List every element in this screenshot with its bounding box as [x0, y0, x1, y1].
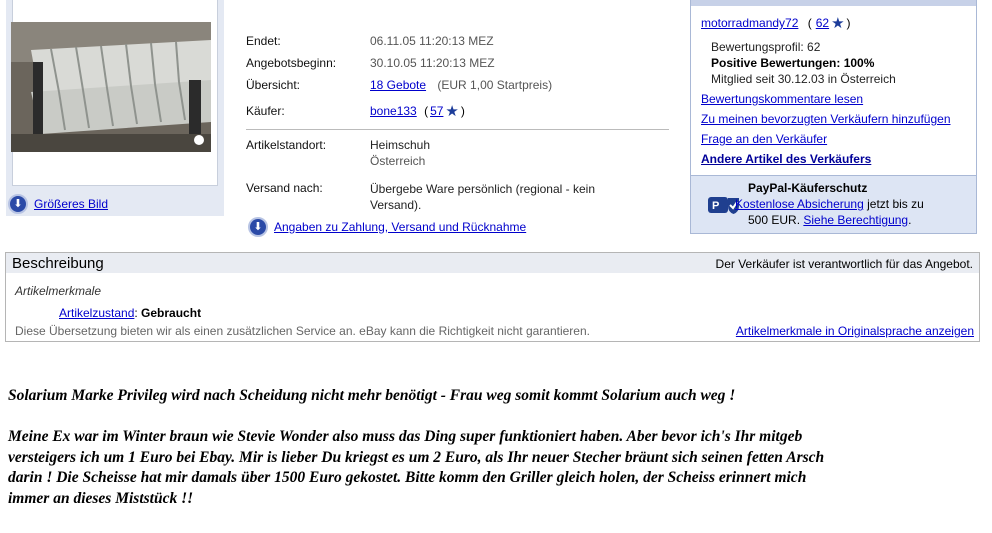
location-city: Heimschuh	[370, 138, 431, 152]
payment-info-link[interactable]: ⬇ Angaben zu Zahlung, Versand und Rückna…	[248, 217, 526, 237]
seller-score-link[interactable]: 62	[816, 16, 829, 30]
buyer-value: bone133 (57 ★)	[370, 103, 465, 120]
add-favorite-seller-link[interactable]: Zu meinen bevorzugten Verkäufern hinzufü…	[701, 112, 951, 126]
location-label: Artikelstandort:	[246, 138, 327, 152]
description-box: Beschreibung Der Verkäufer ist verantwor…	[5, 252, 980, 342]
ask-seller-link[interactable]: Frage an den Verkäufer	[701, 132, 827, 146]
bigger-image-link[interactable]: ⬇ Größeres Bild	[8, 194, 108, 214]
condition-label-link[interactable]: Artikelzustand	[59, 306, 134, 320]
other-items-link[interactable]: Andere Artikel des Verkäufers	[701, 152, 871, 166]
paypal-protection-box: P PayPal-Käuferschutz Kostenlose Absiche…	[690, 175, 977, 234]
translation-disclaimer: Diese Übersetzung bieten wir als einen z…	[15, 324, 590, 338]
story-line-2: versteigers ich um 1 Euro bei Ebay. Mir …	[8, 449, 825, 466]
paypal-text1: jetzt bis zu	[863, 197, 924, 211]
start-price: (EUR 1,00 Startpreis)	[437, 78, 553, 92]
paypal-text-line2: 500 EUR. Siehe Berechtigung.	[748, 213, 911, 227]
bigger-image-label[interactable]: Größeres Bild	[34, 197, 108, 211]
shipping-value: Übergebe Ware persönlich (regional - kei…	[370, 182, 595, 212]
original-language-link[interactable]: Artikelmerkmale in Originalsprache anzei…	[736, 324, 974, 338]
arrow-down-icon: ⬇	[248, 217, 268, 237]
story-paragraph-1: Solarium Marke Privileg wird nach Scheid…	[8, 387, 736, 404]
buyer-link[interactable]: bone133	[370, 104, 417, 118]
seller-feedback-link[interactable]: Bewertungskommentare lesen	[701, 92, 863, 106]
buyer-score-link[interactable]: 57	[430, 104, 443, 118]
seller-positive: Positive Bewertungen: 100%	[711, 56, 875, 70]
seller-member-since: Mitglied seit 30.12.03 in Österreich	[711, 72, 896, 86]
paypal-text2: 500 EUR.	[748, 213, 804, 227]
start-value: 30.10.05 11:20:13 MEZ	[370, 56, 495, 70]
description-header: Beschreibung Der Verkäufer ist verantwor…	[6, 253, 979, 273]
overview-value: 18 Gebote (EUR 1,00 Startpreis)	[370, 78, 552, 92]
payment-info-label[interactable]: Angaben zu Zahlung, Versand und Rücknahm…	[274, 220, 526, 234]
overview-label: Übersicht:	[246, 78, 301, 92]
story-line-4: immer an dieses Miststück !!	[8, 490, 194, 507]
item-photo[interactable]	[11, 22, 211, 152]
condition-value: Gebraucht	[141, 306, 202, 320]
story-line-1: Meine Ex war im Winter braun wie Stevie …	[8, 428, 803, 445]
star-icon: ★	[831, 15, 845, 32]
start-label: Angebotsbeginn:	[246, 56, 337, 70]
condition-row: Artikelzustand: Gebraucht	[59, 306, 201, 320]
seller-responsibility-note: Der Verkäufer ist verantwortlich für das…	[715, 257, 973, 271]
ended-label: Endet:	[246, 34, 281, 48]
paypal-free-link[interactable]: Kostenlose Absicherung	[735, 197, 864, 211]
seller-name-link[interactable]: motorradmandy72	[701, 16, 798, 30]
attributes-heading: Artikelmerkmale	[15, 284, 102, 298]
seller-line: motorradmandy72 (62 ★)	[701, 15, 851, 32]
ended-value: 06.11.05 11:20:13 MEZ	[370, 34, 494, 48]
paypal-eligibility-link[interactable]: Siehe Berechtigung	[803, 213, 908, 227]
description-title: Beschreibung	[12, 255, 104, 272]
paypal-text-line1: Kostenlose Absicherung jetzt bis zu	[735, 197, 924, 211]
paypal-title: PayPal-Käuferschutz	[748, 181, 868, 195]
arrow-down-icon: ⬇	[8, 194, 28, 214]
details-separator	[246, 129, 669, 130]
star-icon: ★	[445, 103, 459, 120]
shipping-label: Versand nach:	[246, 181, 323, 195]
svg-text:P: P	[712, 200, 719, 212]
seller-box-header	[691, 0, 976, 6]
seller-profile: Bewertungsprofil: 62	[711, 40, 821, 54]
location-country: Österreich	[370, 154, 426, 168]
seller-info-box: motorradmandy72 (62 ★) Bewertungsprofil: …	[690, 0, 977, 176]
paypal-text3: .	[908, 213, 912, 227]
bids-link[interactable]: 18 Gebote	[370, 78, 426, 92]
story-line-3: darin ! Die Scheisse hat mir damals über…	[8, 469, 807, 486]
buyer-label: Käufer:	[246, 104, 285, 118]
